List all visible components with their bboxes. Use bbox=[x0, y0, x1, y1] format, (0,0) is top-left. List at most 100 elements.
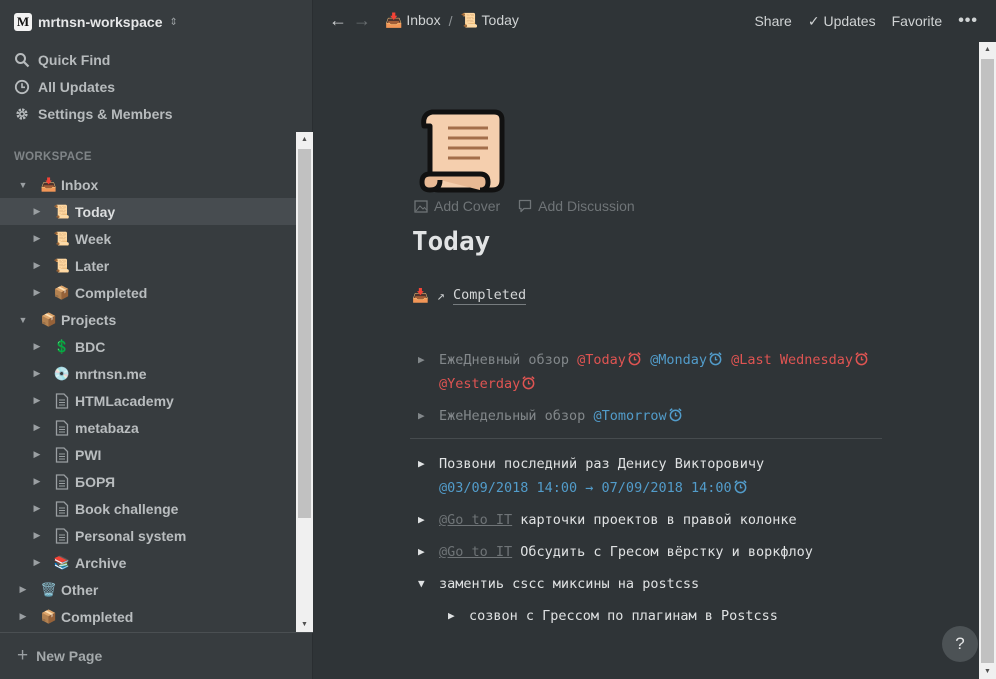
settings-members-button[interactable]: Settings & Members bbox=[14, 100, 173, 127]
toggle-text[interactable]: @Go to IT Обсудить с Гресом вёрстку и во… bbox=[439, 540, 889, 564]
sidebar-item-week[interactable]: ▶ 📜 Week bbox=[0, 225, 296, 252]
page-mention-link[interactable]: @Go to IT bbox=[439, 512, 512, 528]
page-tree: ▼ 📥 Inbox ▶ 📜 Today ▶ 📜 Week ▶ 📜 Later ▶… bbox=[0, 171, 296, 631]
expand-toggle-icon[interactable]: ▶ bbox=[32, 557, 42, 568]
quick-find-label: Quick Find bbox=[38, 51, 111, 68]
topbar-actions: Share ✓ Updates Favorite ••• bbox=[754, 12, 978, 30]
expand-toggle-icon[interactable]: ▶ bbox=[32, 206, 42, 217]
page-title[interactable]: Today bbox=[412, 227, 490, 257]
workspace-logo: M bbox=[14, 13, 32, 31]
toggle-text[interactable]: созвон с Грессом по плагинам в Postcss bbox=[469, 604, 919, 628]
sidebar-item-inbox[interactable]: ▼ 📥 Inbox bbox=[0, 171, 296, 198]
workspace-switcher[interactable]: M mrtnsn-workspace ⇕ bbox=[14, 11, 178, 33]
expand-toggle-icon[interactable]: ▶ bbox=[32, 476, 42, 487]
back-arrow-icon[interactable]: ← bbox=[329, 10, 347, 31]
add-discussion-button[interactable]: Add Discussion bbox=[518, 198, 635, 214]
linked-page-completed[interactable]: 📥 ↗ Completed bbox=[412, 287, 527, 305]
sidebar-item-label: metabaza bbox=[75, 419, 139, 436]
sidebar-item-projects[interactable]: ▼ 📦 Projects bbox=[0, 306, 296, 333]
mention-date[interactable]: @Tomorrow bbox=[593, 408, 666, 424]
toggle-text[interactable]: @Go to IT карточки проектов в правой кол… bbox=[439, 508, 889, 532]
expand-toggle-icon[interactable]: ▼ bbox=[18, 180, 28, 190]
breadcrumb-label: Today bbox=[481, 12, 519, 28]
sidebar-scrollbar-thumb[interactable] bbox=[298, 149, 311, 518]
updates-button[interactable]: ✓ Updates bbox=[808, 13, 876, 30]
expand-toggle-icon[interactable]: ▶ bbox=[32, 341, 42, 352]
expand-toggle-icon[interactable]: ▶ bbox=[32, 260, 42, 271]
toggle-arrow-icon[interactable]: ▶ bbox=[418, 540, 425, 564]
toggle-arrow-icon[interactable]: ▶ bbox=[418, 348, 425, 372]
mention-date-range[interactable]: @03/09/2018 14:00 → 07/09/2018 14:00 bbox=[439, 480, 732, 496]
page-scrollbar[interactable]: ▲ ▼ bbox=[979, 42, 996, 679]
scroll-up-arrow-icon[interactable]: ▲ bbox=[979, 42, 996, 57]
sidebar-item-metabaza[interactable]: ▶ metabaza bbox=[0, 414, 296, 441]
quick-find-button[interactable]: Quick Find bbox=[14, 46, 173, 73]
sidebar-item-personal-system[interactable]: ▶ Personal system bbox=[0, 522, 296, 549]
mention-date[interactable]: @Monday bbox=[650, 352, 707, 368]
scroll-down-arrow-icon[interactable]: ▼ bbox=[979, 664, 996, 679]
expand-toggle-icon[interactable]: ▶ bbox=[32, 233, 42, 244]
more-options-icon[interactable]: ••• bbox=[958, 12, 978, 30]
alarm-clock-icon bbox=[668, 408, 682, 422]
expand-toggle-icon[interactable]: ▶ bbox=[32, 449, 42, 460]
all-updates-button[interactable]: All Updates bbox=[14, 73, 173, 100]
speech-bubble-icon bbox=[519, 199, 532, 213]
page-mention-link[interactable]: @Go to IT bbox=[439, 544, 512, 560]
page-icon bbox=[53, 473, 71, 491]
toggle-text[interactable]: ЕжеДневный обзор @Today @Monday @Last We… bbox=[439, 348, 889, 396]
toggle-text[interactable]: Позвони последний раз Денису Викторовичу… bbox=[439, 452, 889, 500]
expand-toggle-icon[interactable]: ▶ bbox=[32, 530, 42, 541]
expand-toggle-icon[interactable]: ▶ bbox=[32, 395, 42, 406]
sidebar-item-pwi[interactable]: ▶ PWI bbox=[0, 441, 296, 468]
new-page-button[interactable]: + New Page bbox=[0, 632, 313, 679]
breadcrumb-item-inbox[interactable]: 📥 Inbox bbox=[385, 12, 441, 29]
books-icon: 📚 bbox=[53, 554, 71, 570]
scroll-up-arrow-icon[interactable]: ▲ bbox=[296, 132, 313, 147]
toggle-arrow-icon[interactable]: ▶ bbox=[418, 452, 425, 476]
page-scroll-icon[interactable] bbox=[418, 106, 512, 198]
settings-members-label: Settings & Members bbox=[38, 105, 173, 122]
expand-toggle-icon[interactable]: ▶ bbox=[18, 584, 28, 595]
expand-toggle-icon[interactable]: ▶ bbox=[32, 422, 42, 433]
forward-arrow-icon[interactable]: → bbox=[353, 10, 371, 31]
toggle-arrow-down-icon[interactable]: ▼ bbox=[418, 572, 425, 596]
sidebar-item-today[interactable]: ▶ 📜 Today bbox=[0, 198, 296, 225]
page-meta-controls: Add Cover Add Discussion bbox=[414, 198, 635, 214]
sidebar-item-mrtnsn-me[interactable]: ▶ 💿 mrtnsn.me bbox=[0, 360, 296, 387]
help-button[interactable]: ? bbox=[942, 626, 978, 662]
new-page-label: New Page bbox=[36, 648, 103, 664]
share-button[interactable]: Share bbox=[754, 13, 791, 29]
toggle-arrow-icon[interactable]: ▶ bbox=[418, 404, 425, 428]
mention-date[interactable]: @Yesterday bbox=[439, 376, 520, 392]
expand-toggle-icon[interactable]: ▼ bbox=[18, 315, 28, 325]
favorite-button[interactable]: Favorite bbox=[892, 13, 943, 29]
sidebar-item-completed[interactable]: ▶ 📦 Completed bbox=[0, 279, 296, 306]
sidebar-item-bdc[interactable]: ▶ 💲 BDC bbox=[0, 333, 296, 360]
plus-icon: + bbox=[17, 645, 29, 666]
sidebar-item-htmlacademy[interactable]: ▶ HTMLacademy bbox=[0, 387, 296, 414]
add-cover-button[interactable]: Add Cover bbox=[414, 198, 500, 214]
expand-toggle-icon[interactable]: ▶ bbox=[18, 611, 28, 622]
sidebar-scrollbar[interactable]: ▲ ▼ bbox=[296, 132, 313, 632]
toggle-text[interactable]: заментиь cscc миксины на postcss bbox=[439, 572, 889, 596]
sidebar-item-archive[interactable]: ▶ 📚 Archive bbox=[0, 549, 296, 576]
sidebar-item-label: Week bbox=[75, 230, 112, 247]
sidebar-item-label: Personal system bbox=[75, 527, 187, 544]
toggle-text[interactable]: ЕжеНедельный обзор @Tomorrow bbox=[439, 404, 889, 428]
sidebar-item-borya[interactable]: ▶ БОРЯ bbox=[0, 468, 296, 495]
scroll-down-arrow-icon[interactable]: ▼ bbox=[296, 617, 313, 632]
sidebar-item-later[interactable]: ▶ 📜 Later bbox=[0, 252, 296, 279]
mention-date[interactable]: @Today bbox=[577, 352, 626, 368]
expand-toggle-icon[interactable]: ▶ bbox=[32, 503, 42, 514]
breadcrumb: 📥 Inbox / 📜 Today bbox=[385, 12, 519, 29]
expand-toggle-icon[interactable]: ▶ bbox=[32, 368, 42, 379]
expand-toggle-icon[interactable]: ▶ bbox=[32, 287, 42, 298]
sidebar-item-book-challenge[interactable]: ▶ Book challenge bbox=[0, 495, 296, 522]
toggle-arrow-icon[interactable]: ▶ bbox=[448, 604, 455, 628]
mention-date[interactable]: @Last Wednesday bbox=[731, 352, 853, 368]
sidebar-item-other[interactable]: ▶ 🗑️ Other bbox=[0, 576, 296, 603]
page-scrollbar-thumb[interactable] bbox=[981, 59, 994, 663]
sidebar-item-completed-root[interactable]: ▶ 📦 Completed bbox=[0, 603, 296, 630]
toggle-arrow-icon[interactable]: ▶ bbox=[418, 508, 425, 532]
breadcrumb-item-today[interactable]: 📜 Today bbox=[460, 12, 518, 29]
